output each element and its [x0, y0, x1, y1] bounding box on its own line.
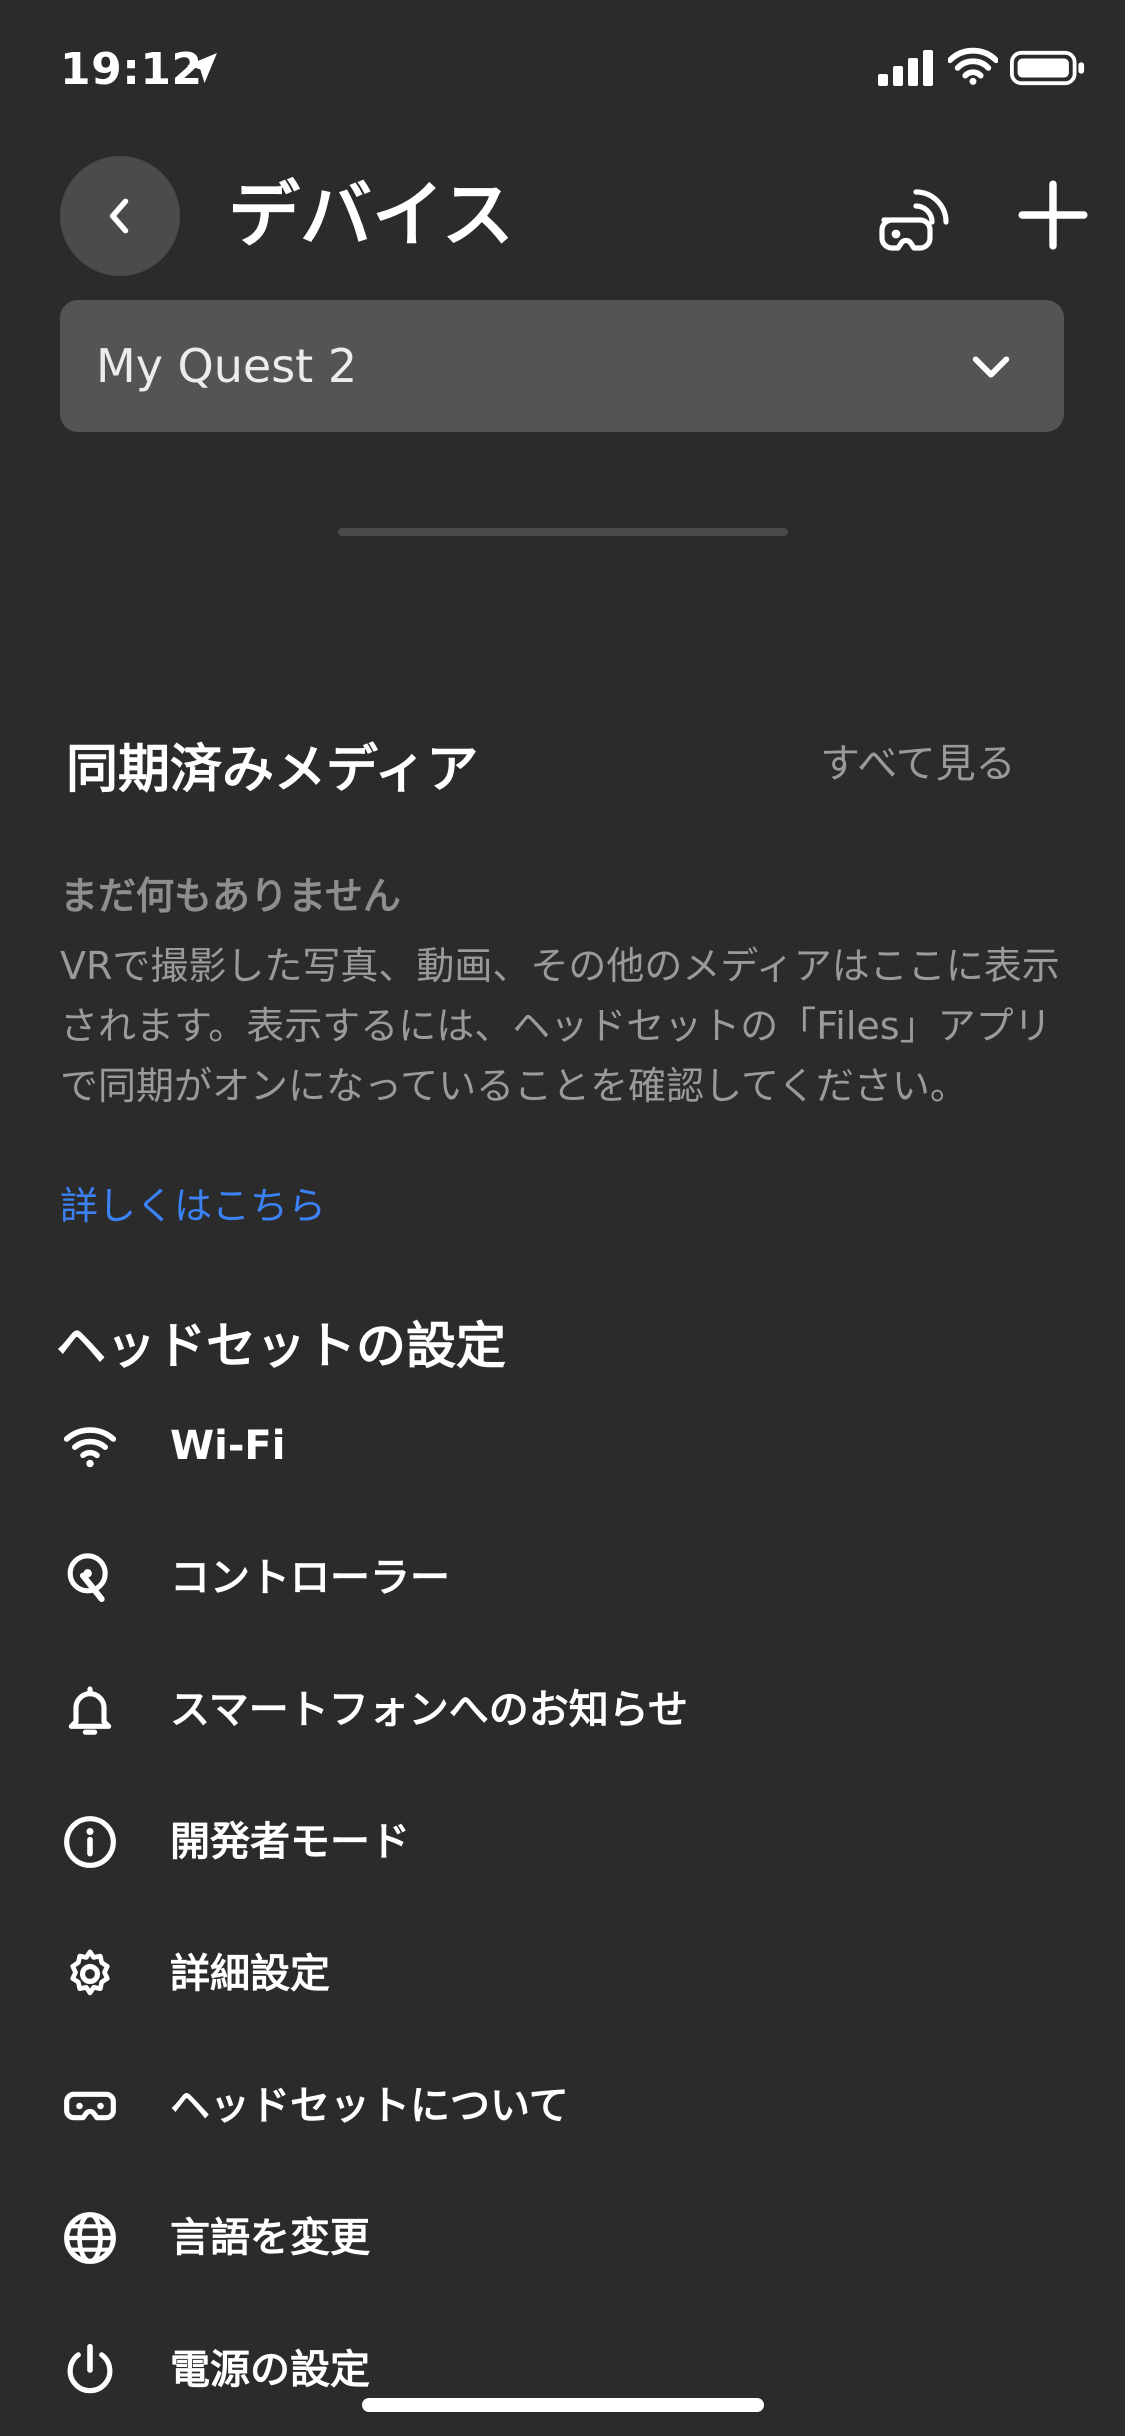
setting-label: コントローラー — [170, 1555, 450, 1601]
setting-label: 詳細設定 — [170, 1951, 330, 1997]
home-indicator[interactable] — [362, 2398, 764, 2412]
setting-about-headset[interactable]: ヘッドセットについて — [56, 2056, 1066, 2156]
wifi-icon — [63, 1427, 117, 1468]
setting-label: 言語を変更 — [170, 2215, 370, 2261]
setting-advanced[interactable]: 詳細設定 — [56, 1924, 1066, 2024]
setting-label: 電源の設定 — [170, 2347, 370, 2393]
controller-icon — [67, 1553, 108, 1603]
setting-change-language[interactable]: 言語を変更 — [56, 2188, 1066, 2288]
info-icon — [64, 1816, 116, 1868]
chevron-down-icon — [972, 356, 1010, 378]
gear-icon — [70, 1949, 110, 1996]
signal-bars-icon — [878, 50, 933, 86]
learn-more-link[interactable]: 詳しくはこちら — [60, 1176, 326, 1236]
synced-media-title: 同期済みメディア — [66, 740, 479, 800]
power-icon — [67, 2343, 113, 2394]
wifi-icon — [948, 47, 998, 85]
headset-cast-icon[interactable] — [872, 178, 952, 258]
setting-wifi[interactable]: Wi-Fi — [56, 1396, 1066, 1496]
setting-developer-mode[interactable]: 開発者モード — [56, 1792, 1066, 1892]
headset-icon — [64, 2091, 116, 2121]
back-button[interactable] — [60, 156, 180, 276]
setting-phone-notifications[interactable]: スマートフォンへのお知らせ — [56, 1660, 1066, 1760]
device-selector-value: My Quest 2 — [96, 339, 358, 393]
setting-label: ヘッドセットについて — [170, 2083, 569, 2129]
empty-state-title: まだ何もありません — [60, 874, 401, 918]
plus-icon[interactable] — [1016, 178, 1090, 252]
page-title: デバイス — [228, 173, 514, 257]
setting-label: スマートフォンへのお知らせ — [170, 1687, 688, 1733]
location-arrow-icon — [187, 53, 217, 83]
globe-icon — [64, 2212, 116, 2264]
carousel-indicator — [338, 528, 788, 536]
see-all-link[interactable]: すべて見る — [820, 732, 1016, 796]
setting-controller[interactable]: コントローラー — [56, 1528, 1066, 1628]
headset-settings-title: ヘッドセットの設定 — [56, 1317, 506, 1375]
bell-icon — [68, 1686, 112, 1735]
battery-icon — [1010, 50, 1085, 86]
empty-state-description: VRで撮影した写真、動画、その他のメディアはここに表示されます。表示するには、ヘ… — [60, 944, 1060, 1108]
chevron-left-icon — [109, 198, 129, 234]
setting-label: 開発者モード — [170, 1819, 410, 1865]
device-selector[interactable]: My Quest 2 — [60, 300, 1064, 432]
setting-label: Wi-Fi — [170, 1423, 286, 1469]
